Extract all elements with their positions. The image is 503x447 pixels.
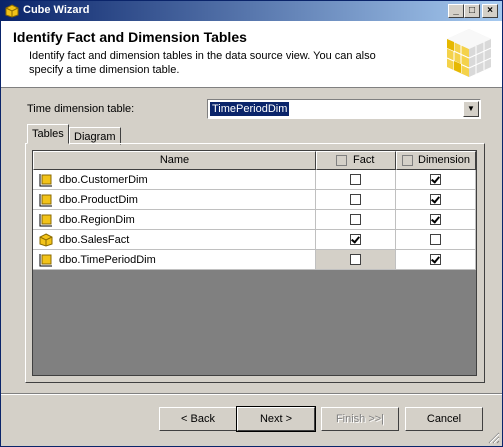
minimize-button[interactable]: _ [448, 4, 464, 18]
dimension-checkbox[interactable] [430, 174, 441, 185]
finish-button[interactable]: Finish >>| [321, 407, 399, 431]
table-row[interactable]: dbo.CustomerDim [33, 170, 476, 190]
time-dimension-value: TimePeriodDim [210, 102, 290, 116]
table-row[interactable]: dbo.TimePeriodDim [33, 250, 476, 270]
row-name: dbo.TimePeriodDim [59, 254, 156, 266]
time-dimension-dropdown[interactable]: TimePeriodDim ▼ [207, 99, 481, 119]
fact-table-icon [39, 233, 53, 247]
row-name: dbo.CustomerDim [59, 174, 148, 186]
cube-logo-icon [446, 29, 492, 77]
fact-checkbox[interactable] [350, 194, 361, 205]
resize-grip-icon[interactable] [488, 432, 500, 444]
cube-icon [5, 4, 19, 18]
dimension-table-icon [39, 214, 52, 227]
window-title: Cube Wizard [23, 4, 90, 16]
title-bar[interactable]: Cube Wizard _ □ × [1, 1, 502, 21]
close-button[interactable]: × [482, 4, 498, 18]
maximize-button[interactable]: □ [464, 4, 480, 18]
dimension-header-checkbox[interactable] [402, 155, 413, 166]
tables-grid[interactable]: Name Fact Dimension dbo.CustomerDim dbo.… [32, 150, 477, 376]
dimension-table-icon [39, 174, 52, 187]
footer-divider [1, 393, 502, 395]
table-row[interactable]: dbo.SalesFact [33, 230, 476, 250]
table-row[interactable]: dbo.RegionDim [33, 210, 476, 230]
dimension-checkbox[interactable] [430, 194, 441, 205]
cancel-button[interactable]: Cancel [405, 407, 483, 431]
table-row[interactable]: dbo.ProductDim [33, 190, 476, 210]
page-title: Identify Fact and Dimension Tables [13, 29, 247, 45]
dimension-table-icon [39, 254, 52, 267]
next-button[interactable]: Next > [236, 406, 316, 432]
row-name: dbo.RegionDim [59, 214, 135, 226]
column-header-dimension[interactable]: Dimension [396, 151, 476, 170]
fact-checkbox[interactable] [350, 174, 361, 185]
dimension-checkbox[interactable] [430, 254, 441, 265]
wizard-header: Identify Fact and Dimension Tables Ident… [1, 21, 502, 88]
column-header-fact[interactable]: Fact [316, 151, 396, 170]
selected-cell[interactable] [316, 250, 396, 270]
dimension-table-icon [39, 194, 52, 207]
tab-tables[interactable]: Tables [27, 124, 69, 144]
fact-checkbox[interactable] [350, 214, 361, 225]
page-description: Identify fact and dimension tables in th… [29, 50, 376, 76]
dimension-checkbox[interactable] [430, 234, 441, 245]
back-button[interactable]: < Back [159, 407, 237, 431]
fact-header-checkbox[interactable] [336, 155, 347, 166]
time-dimension-label: Time dimension table: [27, 103, 135, 115]
row-name: dbo.SalesFact [59, 234, 130, 246]
dimension-checkbox[interactable] [430, 214, 441, 225]
row-name: dbo.ProductDim [59, 194, 138, 206]
column-header-name[interactable]: Name [33, 151, 316, 170]
dropdown-arrow-icon[interactable]: ▼ [463, 101, 479, 117]
cube-wizard-window: Cube Wizard _ □ × Identify Fact and Dime… [0, 0, 503, 447]
fact-checkbox[interactable] [350, 254, 361, 265]
fact-checkbox[interactable] [350, 234, 361, 245]
